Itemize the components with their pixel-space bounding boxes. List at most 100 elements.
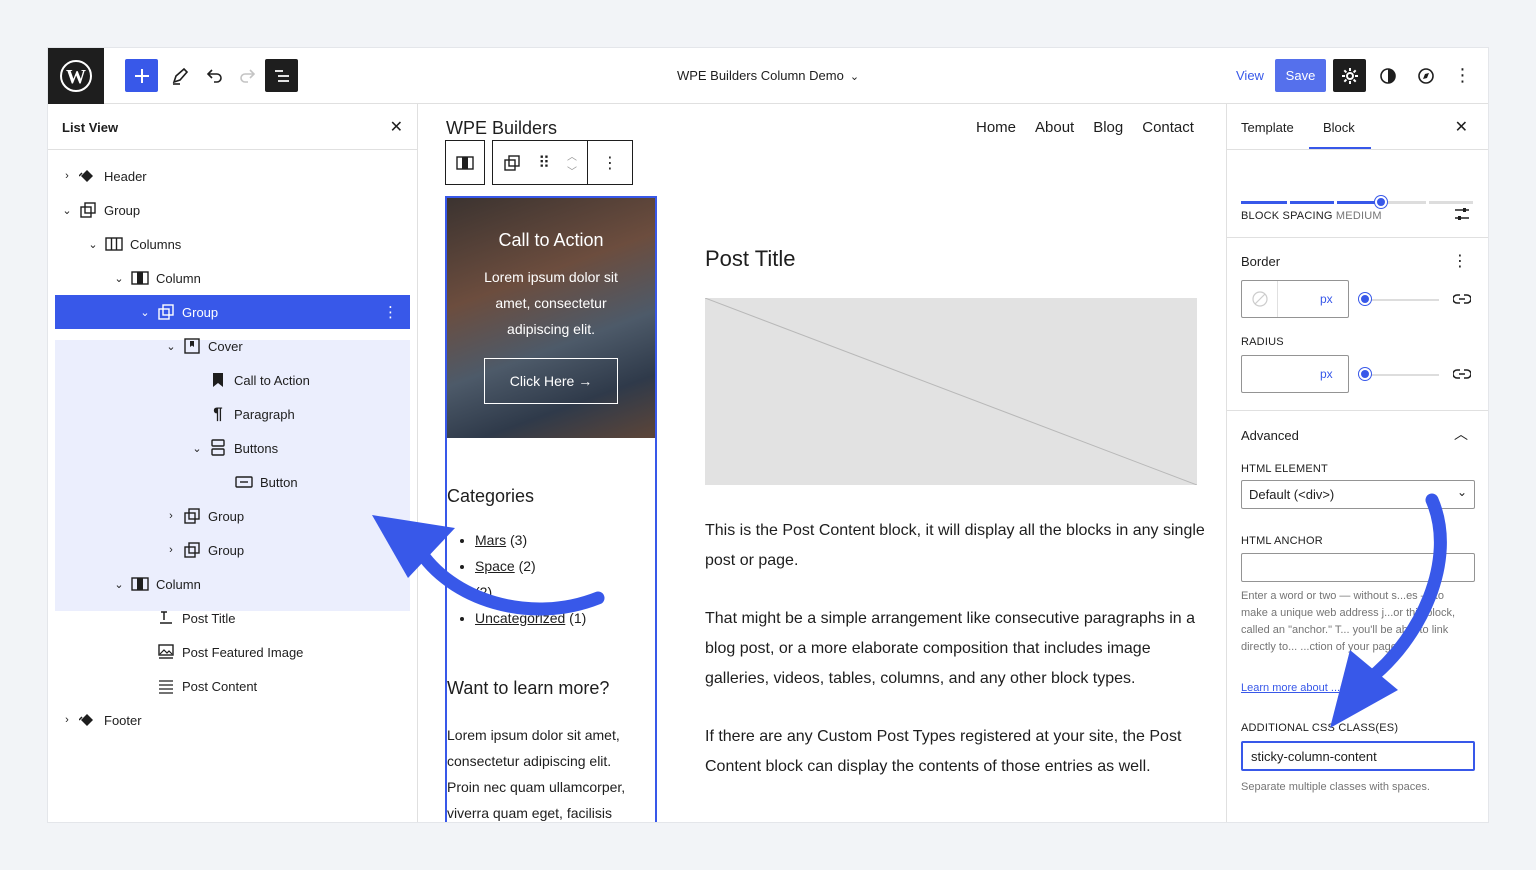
more-options-icon[interactable]: ⋮	[588, 141, 632, 184]
list-item-post-title[interactable]: Post Title	[55, 601, 410, 635]
buttons-icon	[208, 438, 228, 458]
document-title[interactable]: WPE Builders Column Demo ⌄	[48, 68, 1488, 83]
group-icon[interactable]	[493, 141, 531, 184]
list-item-label: Post Featured Image	[182, 644, 304, 660]
chevron-right-icon[interactable]: ›	[60, 714, 74, 726]
view-button[interactable]: View	[1236, 68, 1264, 83]
list-item-post-content[interactable]: Post Content	[55, 669, 410, 703]
list-item-group-3[interactable]: › Group	[55, 533, 410, 567]
list-item-column[interactable]: ⌄ Column	[55, 261, 410, 295]
chevron-right-icon[interactable]: ›	[164, 510, 178, 522]
selected-column-group[interactable]: Call to Action Lorem ipsum dolor sit ame…	[445, 196, 657, 822]
chevron-right-icon[interactable]: ›	[60, 170, 74, 182]
list-item-post-featured-image[interactable]: Post Featured Image	[55, 635, 410, 669]
chevron-down-icon[interactable]: ⌄	[60, 204, 74, 217]
chevron-down-icon[interactable]: ⌄	[86, 238, 100, 251]
post-featured-image-placeholder[interactable]	[705, 298, 1197, 485]
list-item-group-2[interactable]: › Group	[55, 499, 410, 533]
close-icon[interactable]: ✕	[390, 117, 403, 137]
document-title-text: WPE Builders Column Demo	[676, 68, 844, 83]
post-title[interactable]: Post Title	[705, 246, 795, 272]
list-item-call-to-action[interactable]: Call to Action	[55, 363, 410, 397]
cover-paragraph[interactable]: Lorem ipsum dolor sit amet, consectetur …	[467, 264, 635, 342]
category-link[interactable]: Space	[475, 558, 515, 574]
list-item-paragraph[interactable]: ¶ Paragraph	[55, 397, 410, 431]
list-item-label: Columns	[130, 236, 182, 252]
css-classes-input[interactable]: sticky-column-content	[1241, 741, 1475, 771]
border-slider-thumb[interactable]	[1359, 293, 1371, 305]
link-sides-icon[interactable]	[1452, 292, 1472, 311]
post-paragraph: If there are any Custom Post Types regis…	[705, 728, 1182, 775]
advanced-panel-toggle[interactable]: Advanced	[1241, 428, 1299, 443]
list-item-buttons[interactable]: ⌄ Buttons	[55, 431, 410, 465]
list-item-button[interactable]: Button	[55, 465, 410, 499]
list-item-label: Group	[104, 202, 141, 218]
chevron-right-icon[interactable]: ›	[164, 544, 178, 556]
more-options-icon[interactable]: ⋮	[1452, 251, 1468, 271]
list-item-columns[interactable]: ⌄ Columns	[55, 227, 410, 261]
border-width-input[interactable]: px	[1241, 280, 1349, 318]
click-here-button[interactable]: Click Here →	[484, 358, 618, 404]
nav-link-blog[interactable]: Blog	[1093, 119, 1123, 136]
move-up-down-icon[interactable]: ︿ ﹀	[557, 141, 587, 184]
list-item[interactable]: (2)	[475, 582, 586, 608]
editor-canvas: WPE Builders Home About Blog Contact ⠿ ︿…	[418, 104, 1226, 822]
tab-template[interactable]: Template	[1241, 120, 1294, 135]
nav-link-home[interactable]: Home	[976, 119, 1016, 136]
category-link[interactable]: Uncategorized	[475, 610, 565, 626]
list-view-panel: List View ✕ › Header ⌄ Group ⌄ Columns ⌄…	[48, 104, 418, 822]
column-block-icon[interactable]	[446, 141, 484, 184]
list-item-footer[interactable]: › Footer	[55, 703, 410, 737]
border-width-slider[interactable]	[1365, 299, 1439, 301]
chevron-down-icon[interactable]: ⌄	[138, 306, 152, 319]
radius-slider[interactable]	[1365, 374, 1439, 376]
chevron-down-icon[interactable]: ⌄	[190, 442, 204, 455]
list-item-group-selected[interactable]: ⌄ Group ⋮	[55, 295, 410, 329]
list-item-column-2[interactable]: ⌄ Column	[55, 567, 410, 601]
radius-input[interactable]: px	[1241, 355, 1349, 393]
styles-contrast-icon[interactable]	[1371, 59, 1404, 92]
close-icon[interactable]: ✕	[1455, 117, 1468, 137]
tab-block[interactable]: Block	[1323, 120, 1355, 135]
category-link[interactable]: Mars	[475, 532, 506, 548]
list-item-cover[interactable]: ⌄ Cover	[55, 329, 410, 363]
css-classes-help: Separate multiple classes with spaces.	[1241, 781, 1430, 793]
cover-title[interactable]: Call to Action	[447, 230, 655, 251]
chevron-up-icon[interactable]: ︿	[1454, 424, 1468, 444]
learn-more-paragraph: Lorem ipsum dolor sit amet, consectetur …	[447, 727, 626, 821]
html-anchor-input[interactable]	[1241, 553, 1475, 582]
nav-link-contact[interactable]: Contact	[1142, 119, 1194, 136]
compass-icon[interactable]	[1409, 59, 1442, 92]
block-spacing-label-text: BLOCK SPACING	[1241, 210, 1333, 222]
settings-gear-icon[interactable]	[1333, 59, 1366, 92]
learn-more-anchors-link[interactable]: Learn more about ...ors	[1241, 682, 1355, 694]
list-item[interactable]: Uncategorized (1)	[475, 608, 586, 634]
list-item-header[interactable]: › Header	[55, 159, 410, 193]
link-corners-icon[interactable]	[1452, 367, 1472, 386]
radius-label: RADIUS	[1241, 336, 1284, 348]
radius-slider-thumb[interactable]	[1359, 368, 1371, 380]
border-unit[interactable]: px	[1320, 292, 1333, 306]
list-item-group[interactable]: ⌄ Group	[55, 193, 410, 227]
site-title[interactable]: WPE Builders	[446, 118, 557, 139]
nav-link-about[interactable]: About	[1035, 119, 1074, 136]
border-color-swatch-icon[interactable]	[1242, 281, 1278, 317]
block-options-icon[interactable]: ⋮	[383, 303, 398, 321]
list-item[interactable]: Mars (3)	[475, 530, 586, 556]
radius-unit[interactable]: px	[1320, 367, 1333, 381]
cover-block[interactable]: Call to Action Lorem ipsum dolor sit ame…	[447, 198, 655, 438]
chevron-down-icon[interactable]: ⌄	[164, 340, 178, 353]
spacing-slider-thumb[interactable]	[1375, 196, 1387, 208]
sliders-settings-icon[interactable]	[1454, 206, 1470, 227]
drag-handle-icon[interactable]: ⠿	[531, 141, 557, 184]
paragraph-icon: ¶	[213, 404, 223, 423]
chevron-down-icon[interactable]: ⌄	[112, 578, 126, 591]
save-button[interactable]: Save	[1275, 59, 1326, 92]
list-item[interactable]: Space (2)	[475, 556, 586, 582]
post-content[interactable]: This is the Post Content block, it will …	[705, 516, 1205, 810]
category-count: (2)	[518, 558, 536, 574]
html-element-select[interactable]: Default (<div>) ⌄	[1241, 480, 1475, 509]
category-count: (3)	[510, 532, 528, 548]
chevron-down-icon[interactable]: ⌄	[112, 272, 126, 285]
more-options-icon[interactable]: ⋮	[1446, 59, 1479, 92]
